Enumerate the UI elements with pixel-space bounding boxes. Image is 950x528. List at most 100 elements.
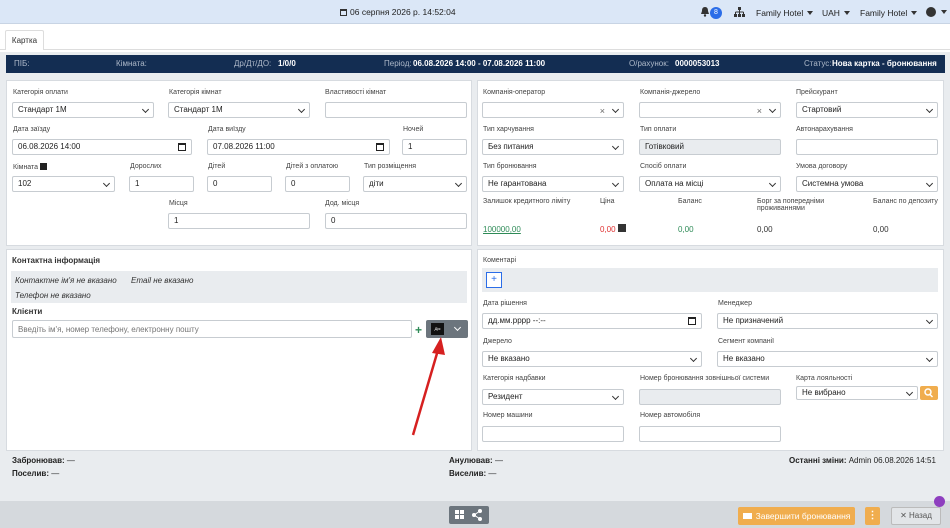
tab-strip: [0, 24, 950, 52]
loyalty-select[interactable]: Не вибрано: [796, 386, 918, 400]
clear-icon[interactable]: ×: [757, 104, 762, 118]
decision-date-label: Дата рішення: [483, 300, 527, 307]
operator-select[interactable]: ×: [482, 102, 624, 118]
chevron-down-icon: [453, 323, 462, 332]
source-label: Джерело: [483, 338, 512, 345]
room-props-input[interactable]: [325, 102, 467, 118]
room-select[interactable]: 102: [12, 176, 115, 192]
segment-select[interactable]: Не вказано: [717, 351, 938, 367]
surcharge-label: Категорія надбавки: [483, 375, 546, 382]
hotel-selector-2[interactable]: Family Hotel: [860, 8, 918, 18]
booked-by: Забронював: —: [12, 456, 75, 465]
chevron-down-icon: [141, 105, 150, 114]
annotation-arrow: [411, 337, 445, 436]
calculator-icon[interactable]: [618, 224, 626, 232]
meal-label: Тип харчування: [483, 126, 534, 133]
calendar-icon[interactable]: [376, 143, 384, 151]
search-icon: [924, 388, 934, 398]
segment-label: Сегмент компанії: [718, 338, 775, 345]
credit-label: Залишок кредитного ліміту: [483, 198, 571, 205]
balance-value: 0,00: [678, 225, 694, 234]
checkin-input[interactable]: 06.08.2026 14:00: [12, 139, 192, 155]
contract-select[interactable]: Системна умова: [796, 176, 938, 192]
finish-booking-button[interactable]: Завершити бронювання: [738, 507, 855, 525]
places-input[interactable]: 1: [168, 213, 310, 229]
room-picker-icon[interactable]: [40, 163, 48, 170]
calendar-icon: [340, 9, 347, 16]
grid-share-button[interactable]: [449, 506, 489, 524]
chevron-down-icon: [611, 105, 620, 114]
nights-input[interactable]: 1: [402, 139, 467, 155]
room-category-select[interactable]: Стандарт 1М: [168, 102, 310, 118]
meal-select[interactable]: Без питания: [482, 139, 624, 155]
payment-category-select[interactable]: Стандарт 1М: [12, 102, 154, 118]
clear-icon[interactable]: ×: [600, 104, 605, 118]
car-label: Номер машини: [483, 412, 533, 419]
price-label: Ціна: [600, 198, 615, 205]
credit-value[interactable]: 100000,00: [483, 225, 521, 234]
chevron-down-icon: [611, 179, 620, 188]
rooms-label: Кімната:: [116, 59, 147, 68]
name-label: ПІБ:: [14, 59, 30, 68]
guests-label: Др/Дт/ДО:: [234, 59, 272, 68]
last-changes: Останні зміни: Admin 06.08.2026 14:51: [789, 456, 936, 465]
contract-label: Умова договору: [796, 163, 848, 170]
evicted-by: Виселив: —: [449, 469, 497, 478]
paytype-input: Готівковий: [639, 139, 781, 155]
chevron-down-icon: [297, 105, 306, 114]
extra-places-input[interactable]: 0: [325, 213, 467, 229]
autocharge-input[interactable]: [796, 139, 938, 155]
status-label: Статус:: [804, 59, 832, 68]
current-datetime: 06 серпня 2026 р. 14:52:04: [340, 7, 456, 17]
extra-places-label: Дод. місця: [325, 200, 360, 207]
sitemap-icon[interactable]: [734, 7, 745, 17]
checkout-input[interactable]: 07.08.2026 11:00: [207, 139, 390, 155]
deposit-label: Баланс по депозиту: [873, 198, 938, 205]
add-comment-button[interactable]: +: [486, 272, 502, 288]
chevron-down-icon: [925, 105, 934, 114]
notification-badge[interactable]: 8: [710, 7, 722, 19]
source-select[interactable]: Не вказано: [482, 351, 702, 367]
tab-card[interactable]: Картка: [5, 30, 44, 50]
source-company-label: Компанія-джерело: [640, 89, 701, 96]
booking-info-bar: ПІБ: Кімната: Др/Дт/ДО: 1/0/0 Період: 06…: [6, 55, 945, 73]
caret-down-icon: [843, 11, 850, 15]
car-input[interactable]: [482, 426, 624, 442]
decision-date-input[interactable]: дд.мм.рррр --:--: [482, 313, 702, 329]
manager-select[interactable]: Не призначений: [717, 313, 938, 329]
autocharge-label: Автонарахування: [796, 126, 853, 133]
placement-select[interactable]: діти: [363, 176, 467, 192]
pricelist-label: Прейскурант: [796, 89, 838, 96]
contacts-title: Контактна інформація: [12, 256, 101, 265]
source-company-select[interactable]: ×: [639, 102, 781, 118]
pricelist-select[interactable]: Стартовий: [796, 102, 938, 118]
price-value: 0,00: [600, 225, 616, 234]
booking-type-label: Тип бронювання: [483, 163, 537, 170]
bell-icon[interactable]: [700, 6, 710, 17]
caret-down-icon: [807, 11, 814, 15]
calendar-icon[interactable]: [178, 143, 186, 151]
invoice-value: 0000053013: [675, 59, 720, 68]
assistant-icon[interactable]: [934, 496, 945, 507]
search-button[interactable]: [920, 386, 938, 400]
hotel-selector[interactable]: Family Hotel: [756, 8, 814, 18]
settled-by: Поселив: —: [12, 469, 60, 478]
more-options-button[interactable]: ⋮: [865, 507, 880, 525]
clients-search-input[interactable]: [12, 320, 412, 338]
chevron-down-icon: [611, 392, 620, 401]
paymethod-select[interactable]: Оплата на місці: [639, 176, 781, 192]
back-button[interactable]: ✕ Назад: [891, 507, 941, 525]
paid-children-input[interactable]: 0: [285, 176, 350, 192]
calendar-icon[interactable]: [688, 317, 696, 325]
currency-selector[interactable]: UAH: [822, 8, 850, 18]
caret-down-icon[interactable]: [941, 10, 947, 14]
nights-label: Ночей: [403, 126, 424, 133]
car-number-input[interactable]: [639, 426, 781, 442]
children-input[interactable]: 0: [207, 176, 272, 192]
manager-label: Менеджер: [718, 300, 752, 307]
booking-type-select[interactable]: Не гарантована: [482, 176, 624, 192]
user-icon[interactable]: [926, 7, 936, 17]
bed-icon: [742, 513, 752, 519]
adults-input[interactable]: 1: [129, 176, 194, 192]
surcharge-select[interactable]: Резидент: [482, 389, 624, 405]
